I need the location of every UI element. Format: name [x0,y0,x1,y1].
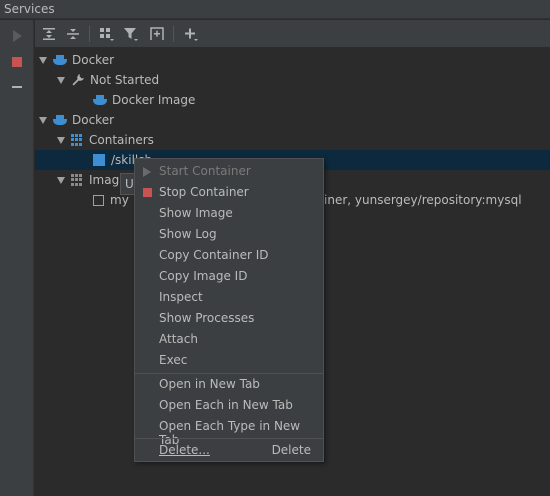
expand-arrow-icon[interactable] [57,136,65,144]
menu-item-label: Show Processes [159,311,255,325]
menu-item-shortcut: Delete [271,443,311,457]
tree-node-label: Containers [89,133,154,147]
window-title: Services [4,2,55,16]
container-running-icon [93,154,105,166]
docker-icon [53,54,67,66]
new-view-button[interactable] [147,24,167,44]
group-by-icon [100,28,114,41]
run-icon [12,30,22,42]
tree-node-label: Docker [72,53,115,67]
services-title-bar: Services [0,0,550,19]
toolbar-separator [173,26,174,42]
stop-icon [143,188,152,197]
filter-icon [124,28,138,41]
toolbar-separator [89,26,90,42]
minus-icon [12,86,22,88]
tooltip-text: U [125,177,134,191]
menu-item-attach[interactable]: Attach [135,329,323,350]
plus-icon [185,28,198,41]
menu-item-delete[interactable]: Delete... Delete [135,440,323,461]
menu-item-show-log[interactable]: Show Log [135,224,323,245]
tree-node-docker[interactable]: Docker [35,50,550,70]
filter-button[interactable] [121,24,141,44]
tree-node-label: Imag [89,173,120,187]
menu-item-label: Show Log [159,227,217,241]
image-tags-label: iner, yunsergey/repository:mysql [324,193,522,207]
expand-all-icon [43,28,55,40]
menu-item-copy-container-id[interactable]: Copy Container ID [135,245,323,266]
menu-separator [135,438,323,439]
menu-item-label: Start Container [159,164,251,178]
menu-item-stop-container[interactable]: Stop Container [135,182,323,203]
expand-arrow-icon[interactable] [57,76,65,84]
expand-arrow-icon[interactable] [39,56,47,64]
play-icon [143,167,151,177]
menu-item-label: Inspect [159,290,203,304]
services-toolbar [35,20,550,47]
images-icon [71,174,83,186]
stop-button[interactable] [8,53,26,71]
tree-node-label: my [110,193,129,207]
context-menu: Start Container Stop Container Show Imag… [134,158,324,462]
menu-item-label: Show Image [159,206,233,220]
tree-node-not-started[interactable]: Not Started [35,70,550,90]
menu-item-inspect[interactable]: Inspect [135,287,323,308]
menu-item-label: Exec [159,353,188,367]
docker-icon [93,94,107,106]
menu-item-label: Open in New Tab [159,377,260,391]
menu-item-show-processes[interactable]: Show Processes [135,308,323,329]
expand-arrow-icon[interactable] [57,176,65,184]
tree-node-containers[interactable]: Containers [35,130,550,150]
menu-item-label: Open Each in New Tab [159,398,293,412]
menu-item-label: Attach [159,332,198,346]
menu-item-exec[interactable]: Exec [135,350,323,371]
stop-icon [12,57,22,67]
menu-item-show-image[interactable]: Show Image [135,203,323,224]
wrench-icon [72,74,84,86]
tree-node-label: Not Started [90,73,160,87]
add-view-icon [150,27,164,40]
menu-item-label: Copy Container ID [159,248,269,262]
menu-item-open-in-new-tab[interactable]: Open in New Tab [135,374,323,395]
expand-all-button[interactable] [39,24,59,44]
collapse-panel-button[interactable] [8,78,26,96]
menu-item-label: Stop Container [159,185,249,199]
menu-item-start-container[interactable]: Start Container [135,161,323,182]
add-service-button[interactable] [181,24,201,44]
menu-item-label: Delete... [159,443,210,457]
group-by-button[interactable] [97,24,117,44]
collapse-all-icon [67,29,79,39]
expand-arrow-icon[interactable] [39,116,47,124]
run-button[interactable] [8,27,26,45]
image-icon [93,194,104,206]
menu-item-open-each-in-new-tab[interactable]: Open Each in New Tab [135,395,323,416]
tree-node-label: Docker [72,113,115,127]
tree-node-label: Docker Image [112,93,196,107]
tree-node-docker-connected[interactable]: Docker [35,110,550,130]
collapse-all-button[interactable] [63,24,83,44]
left-action-bar [0,20,34,496]
menu-item-copy-image-id[interactable]: Copy Image ID [135,266,323,287]
containers-icon [71,134,83,146]
docker-icon [53,114,67,126]
menu-item-open-each-type-in-new-tab[interactable]: Open Each Type in New Tab [135,416,323,447]
menu-item-label: Copy Image ID [159,269,248,283]
tree-node-docker-image[interactable]: Docker Image [35,90,550,110]
